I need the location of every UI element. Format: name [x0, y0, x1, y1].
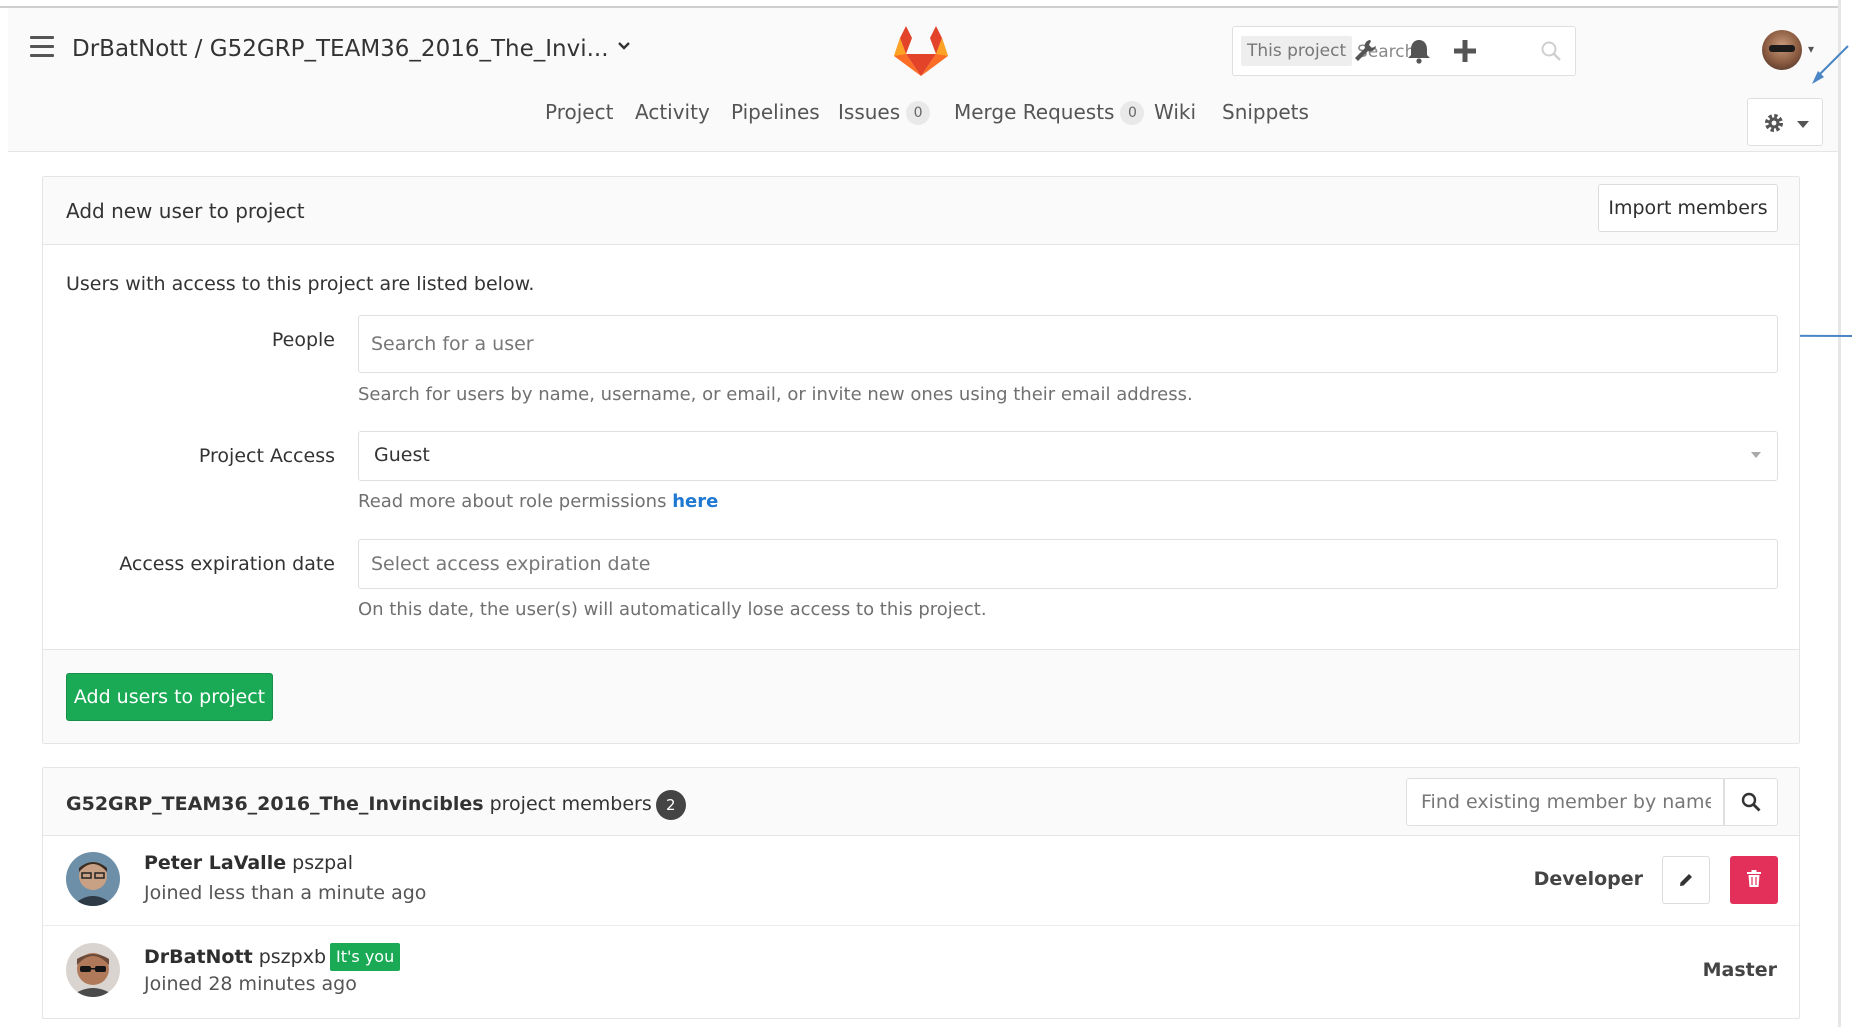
member-name: DrBatNott pszpxb It's you	[144, 943, 401, 971]
chevron-down-icon	[1751, 452, 1761, 458]
expiration-date-input[interactable]	[371, 540, 1751, 588]
top-header: DrBatNott / G52GRP_TEAM36_2016_The_Invi.…	[8, 8, 1838, 152]
people-search-input[interactable]	[371, 316, 1751, 372]
people-search-field[interactable]	[358, 315, 1778, 373]
tab-pipelines[interactable]: Pipelines	[731, 100, 820, 124]
tab-wiki[interactable]: Wiki	[1154, 100, 1196, 124]
people-label: People	[271, 329, 335, 351]
add-users-button[interactable]: Add users to project	[66, 673, 273, 721]
panel-title: Add new user to project	[66, 199, 305, 223]
member-joined: Joined 28 minutes ago	[144, 973, 357, 995]
intro-text: Users with access to this project are li…	[66, 273, 535, 295]
caret-down-icon	[1797, 121, 1809, 128]
merge-requests-count-badge: 0	[1120, 101, 1145, 125]
search-icon	[1741, 792, 1761, 812]
add-user-panel: Add new user to project Import members U…	[42, 176, 1800, 744]
avatar	[66, 943, 120, 997]
member-joined: Joined less than a minute ago	[144, 882, 427, 904]
right-border	[1838, 0, 1841, 1027]
member-row: DrBatNott pszpxb It's you Joined 28 minut…	[43, 927, 1799, 1017]
project-access-select[interactable]: Guest	[358, 431, 1778, 481]
tab-activity[interactable]: Activity	[635, 100, 710, 124]
avatar	[66, 852, 120, 906]
find-member-input[interactable]	[1421, 779, 1711, 825]
member-name: Peter LaValle pszpal	[144, 852, 354, 874]
members-title: G52GRP_TEAM36_2016_The_Invincibles proje…	[66, 790, 686, 820]
its-you-badge: It's you	[330, 943, 401, 971]
member-row: Peter LaValle pszpal Joined less than a …	[43, 836, 1799, 926]
add-user-panel-footer: Add users to project	[43, 649, 1799, 743]
gear-icon	[1765, 114, 1783, 132]
find-member-button[interactable]	[1724, 778, 1778, 826]
members-panel-header: G52GRP_TEAM36_2016_The_Invincibles proje…	[43, 768, 1799, 836]
import-members-button[interactable]: Import members	[1598, 184, 1778, 232]
tab-project[interactable]: Project	[545, 100, 613, 124]
people-help-text: Search for users by name, username, or e…	[358, 384, 1193, 405]
role-permissions-help: Read more about role permissions here	[358, 491, 719, 512]
project-nav: Project Activity Pipelines Issues 0 Merge…	[8, 100, 1838, 140]
settings-dropdown[interactable]	[1747, 98, 1823, 146]
member-count-badge: 2	[655, 790, 686, 820]
role-permissions-link[interactable]: here	[672, 491, 718, 512]
member-role: Master	[1702, 959, 1777, 981]
project-access-value: Guest	[374, 444, 430, 466]
chevron-down-icon[interactable]: ▾	[1808, 42, 1814, 56]
user-avatar[interactable]	[1762, 30, 1802, 70]
trash-icon	[1747, 870, 1761, 887]
gitlab-logo-icon[interactable]	[892, 24, 950, 78]
search-scope-badge[interactable]: This project	[1241, 36, 1353, 66]
find-member-field[interactable]	[1406, 778, 1724, 826]
members-panel: G52GRP_TEAM36_2016_The_Invincibles proje…	[42, 767, 1800, 1019]
tab-snippets[interactable]: Snippets	[1222, 100, 1309, 124]
member-role: Developer	[1533, 868, 1643, 890]
search-icon	[1541, 41, 1561, 61]
project-path[interactable]: DrBatNott / G52GRP_TEAM36_2016_The_Invi.…	[72, 36, 609, 62]
plus-icon[interactable]	[1450, 36, 1480, 66]
hamburger-icon[interactable]	[30, 36, 54, 58]
chevron-down-icon[interactable]	[616, 38, 632, 59]
pencil-icon	[1680, 874, 1692, 886]
tab-issues[interactable]: Issues 0	[838, 100, 931, 125]
issues-count-badge: 0	[906, 101, 931, 125]
bell-icon[interactable]	[1404, 36, 1434, 66]
expiration-date-label: Access expiration date	[119, 553, 335, 575]
expiration-date-field[interactable]	[358, 539, 1778, 589]
project-access-label: Project Access	[198, 445, 335, 467]
tab-merge-requests[interactable]: Merge Requests 0	[954, 100, 1145, 125]
wrench-icon[interactable]	[1350, 36, 1380, 66]
edit-member-button[interactable]	[1662, 856, 1710, 904]
expiration-help-text: On this date, the user(s) will automatic…	[358, 599, 987, 620]
browser-window: DrBatNott / G52GRP_TEAM36_2016_The_Invi.…	[0, 0, 1852, 1027]
add-user-panel-header: Add new user to project Import members	[43, 177, 1799, 245]
search-input[interactable]	[1357, 39, 1527, 65]
remove-member-button[interactable]	[1730, 856, 1778, 904]
